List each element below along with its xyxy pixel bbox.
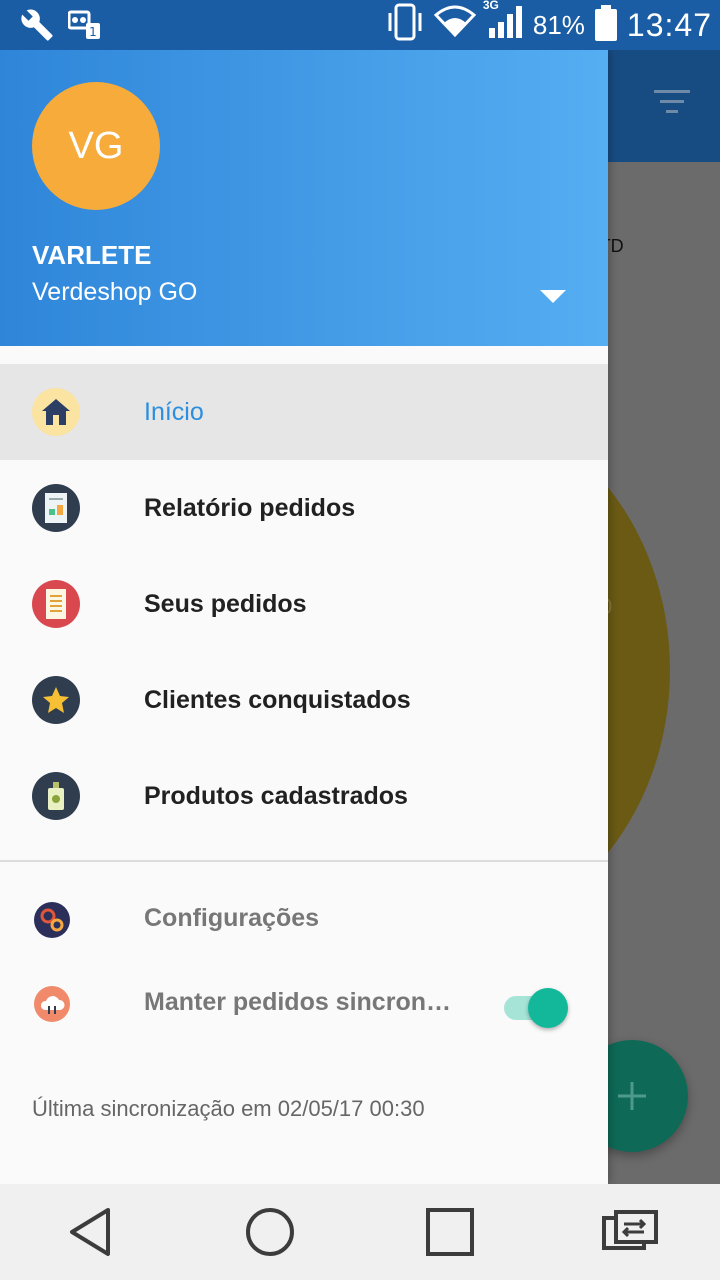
menu-item-clientes-conquistados[interactable]: Clientes conquistados: [0, 652, 608, 748]
back-icon: [70, 1208, 110, 1256]
menu-item-label: Clientes conquistados: [144, 685, 411, 714]
drawer-header: VG VARLETE Verdeshop GO: [0, 50, 608, 346]
battery-icon: [594, 5, 617, 41]
vibrate-icon: [387, 3, 423, 48]
menu-item-label: Relatório pedidos: [144, 493, 356, 522]
sync-toggle[interactable]: [504, 988, 568, 1028]
drawer-menu: Início Relatório pedidos Seus pedidos Cl…: [0, 364, 608, 844]
orders-list-icon: [32, 580, 80, 628]
recents-button[interactable]: [410, 1192, 490, 1272]
signal-icon: 3G: [483, 0, 523, 47]
menu-item-inicio[interactable]: Início: [0, 364, 608, 460]
voicemail-notification-icon: 1: [67, 9, 102, 46]
back-button[interactable]: [50, 1192, 130, 1272]
menu-item-relatorio-pedidos[interactable]: Relatório pedidos: [0, 460, 608, 556]
store-name: Verdeshop GO: [32, 278, 198, 306]
status-bar: 1 3G 81% 13:47: [0, 0, 720, 50]
home-icon: [32, 388, 80, 436]
account-dropdown-icon[interactable]: [540, 290, 566, 303]
menu-divider: [0, 860, 608, 862]
settings-label: Configurações: [144, 904, 320, 932]
filter-icon[interactable]: [654, 90, 690, 120]
wifi-icon: [433, 5, 477, 46]
home-button[interactable]: [230, 1192, 310, 1272]
last-sync-text: Última sincronização em 02/05/17 00:30: [32, 1096, 425, 1121]
svg-text:1: 1: [89, 25, 97, 39]
sync-label: Manter pedidos sincron…: [144, 988, 451, 1016]
battery-percent: 81%: [532, 9, 585, 40]
system-nav-bar: [0, 1184, 720, 1280]
menu-item-seus-pedidos[interactable]: Seus pedidos: [0, 556, 608, 652]
wrench-icon: [20, 8, 54, 47]
toggle-thumb: [528, 988, 568, 1028]
cloud-sync-icon: [34, 986, 70, 1022]
switch-app-button[interactable]: [590, 1192, 670, 1272]
menu-item-configuracoes[interactable]: Configurações: [0, 878, 608, 962]
menu-item-produtos-cadastrados[interactable]: Produtos cadastrados: [0, 748, 608, 844]
switch-app-icon: [602, 1210, 658, 1250]
navigation-drawer: VG VARLETE Verdeshop GO Início Relatório…: [0, 50, 608, 1184]
menu-item-label: Início: [144, 397, 204, 426]
menu-item-label: Produtos cadastrados: [144, 781, 408, 810]
clock: 13:47: [626, 6, 712, 43]
home-circle-icon: [246, 1208, 294, 1256]
user-name: VARLETE: [32, 240, 152, 270]
product-icon: [32, 772, 80, 820]
recents-icon: [426, 1208, 474, 1256]
report-icon: [32, 484, 80, 532]
star-icon: [32, 676, 80, 724]
gears-icon: [34, 902, 70, 938]
avatar[interactable]: VG: [32, 82, 160, 210]
menu-item-label: Seus pedidos: [144, 589, 307, 618]
plus-icon: [618, 1082, 646, 1110]
menu-item-sync[interactable]: Manter pedidos sincron…: [0, 962, 608, 1046]
